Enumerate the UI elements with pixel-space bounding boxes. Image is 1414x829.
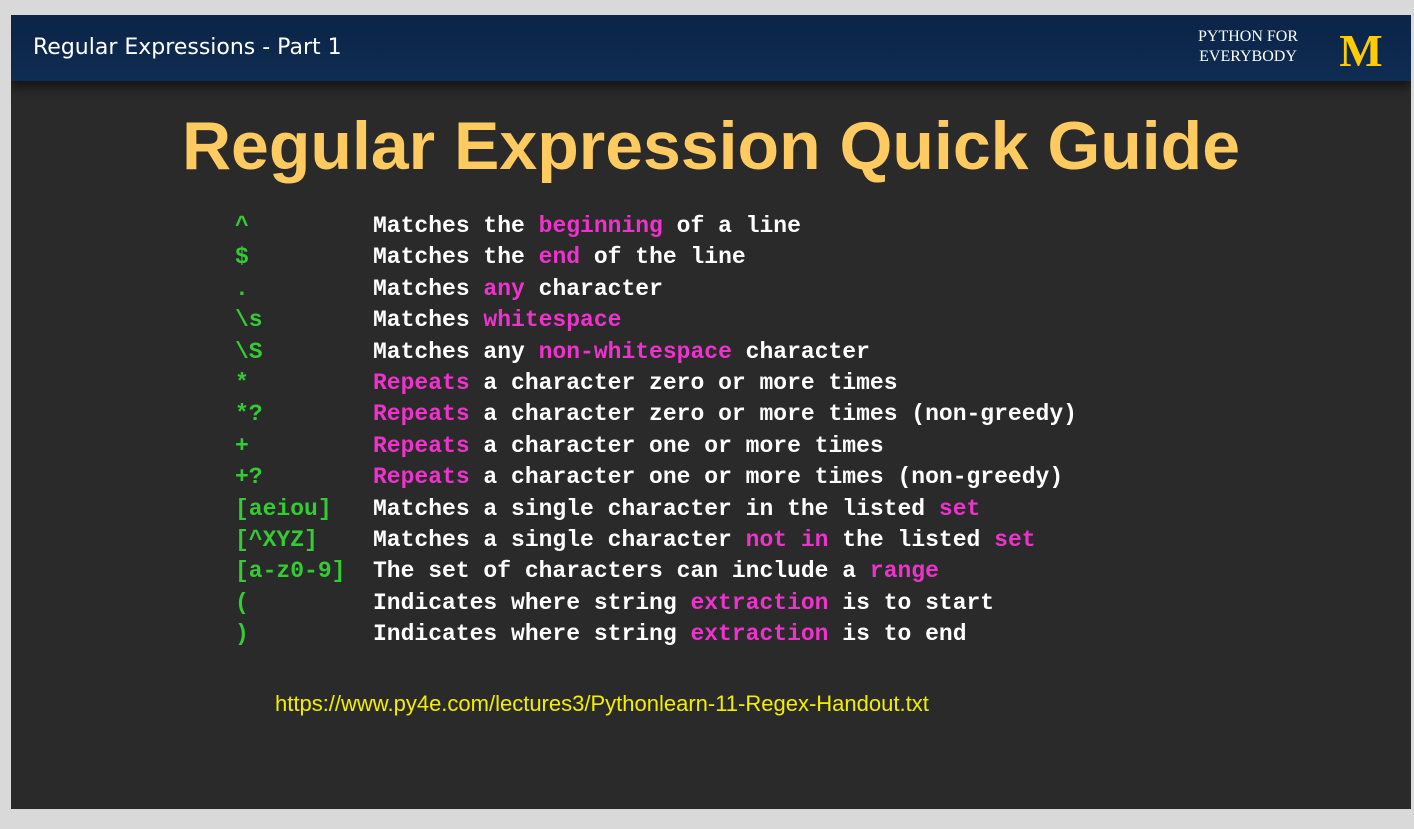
brand-line-2: EVERYBODY <box>1199 48 1297 65</box>
guide-row: *? Repeats a character zero or more times… <box>235 399 1077 430</box>
highlight-term: Repeats <box>373 401 470 428</box>
regex-symbol: [a-z0-9] <box>235 558 346 585</box>
regex-symbol: $ <box>235 244 249 271</box>
michigan-logo-icon: M <box>1339 28 1382 70</box>
regex-symbol: \S <box>235 338 263 365</box>
guide-row: . Matches any character <box>235 274 1077 305</box>
guide-row: +? Repeats a character one or more times … <box>235 462 1077 493</box>
guide-row: [^XYZ] Matches a single character not in … <box>235 525 1077 556</box>
slide-frame: Regular Expressions - Part 1 PYTHON FOR … <box>11 15 1411 809</box>
guide-row: * Repeats a character zero or more times <box>235 368 1077 399</box>
regex-guide-list: ^ Matches the beginning of a line $ Matche… <box>235 211 1077 650</box>
regex-symbol: . <box>235 275 249 302</box>
slide-title: Regular Expression Quick Guide <box>181 108 1241 184</box>
regex-symbol: + <box>235 432 249 459</box>
regex-symbol: [^XYZ] <box>235 526 318 553</box>
highlight-term: extraction <box>690 621 829 648</box>
guide-row: + Repeats a character one or more times <box>235 431 1077 462</box>
highlight-term: non-whitespace <box>538 338 732 365</box>
guide-row: \s Matches whitespace <box>235 305 1077 336</box>
regex-symbol: * <box>235 369 249 396</box>
highlight-term: Repeats <box>373 432 470 459</box>
highlight-term: beginning <box>538 213 663 239</box>
regex-symbol: ^ <box>235 213 249 239</box>
highlight-term: set <box>938 495 981 522</box>
guide-row: ) Indicates where string extraction is to… <box>235 619 1077 650</box>
regex-symbol: ) <box>235 621 249 648</box>
highlight-term: Repeats <box>373 464 470 491</box>
regex-symbol: \s <box>235 307 263 334</box>
guide-row: [aeiou] Matches a single character in the… <box>235 494 1077 525</box>
highlight-term: extraction <box>690 589 829 616</box>
highlight-term: not in <box>745 526 829 553</box>
highlight-term: Repeats <box>373 369 470 396</box>
lecture-title: Regular Expressions - Part 1 <box>33 35 342 60</box>
brand-text: PYTHON FOR EVERYBODY <box>1183 27 1313 67</box>
brand-line-1: PYTHON FOR <box>1197 28 1298 45</box>
guide-row: ^ Matches the beginning of a line <box>235 211 1077 242</box>
slide-header: Regular Expressions - Part 1 PYTHON FOR … <box>11 15 1411 81</box>
highlight-term: whitespace <box>483 307 622 334</box>
regex-symbol: [aeiou] <box>235 495 332 522</box>
handout-link[interactable]: https://www.py4e.com/lectures3/Pythonlea… <box>275 691 929 717</box>
guide-row: \S Matches any non-whitespace character <box>235 337 1077 368</box>
logo-letter: M <box>1339 28 1382 70</box>
highlight-term: any <box>483 275 525 302</box>
regex-symbol: ( <box>235 589 249 616</box>
guide-row: [a-z0-9] The set of characters can includ… <box>235 556 1077 587</box>
guide-row: $ Matches the end of the line <box>235 242 1077 273</box>
regex-symbol: *? <box>235 401 263 428</box>
highlight-term: range <box>869 558 939 585</box>
highlight-term: end <box>538 244 581 271</box>
highlight-term: set <box>994 526 1036 553</box>
guide-row: (Indicates where string extraction is to… <box>235 588 1077 619</box>
regex-symbol: +? <box>235 464 263 491</box>
